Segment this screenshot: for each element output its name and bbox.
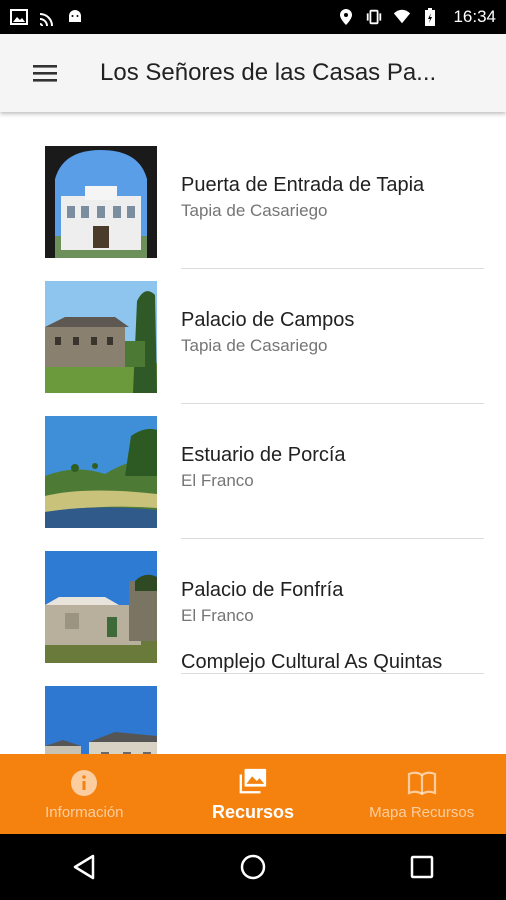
- nav-label: Información: [45, 803, 124, 821]
- info-icon: [69, 768, 99, 798]
- back-icon[interactable]: [64, 847, 104, 887]
- nav-label: Recursos: [211, 801, 295, 822]
- nav-informacion[interactable]: Información: [0, 754, 169, 834]
- list-item-text: Complejo Cultural As Quintas: [181, 650, 481, 676]
- hamburger-icon[interactable]: [30, 57, 62, 89]
- list-item-subtitle: El Franco: [181, 471, 254, 490]
- list-item-title: Palacio de Fonfría: [181, 579, 344, 601]
- cast-icon: [38, 8, 56, 26]
- stone-palace-photo: [45, 551, 157, 663]
- list-item[interactable]: Palacio de Fonfría El Franco: [0, 517, 506, 663]
- status-bar: 16:34: [0, 0, 506, 34]
- bottom-navigation: Información Recursos Mapa Recursos: [0, 754, 506, 834]
- location-icon: [337, 8, 355, 26]
- list-item-title: Complejo Cultural As Quintas: [181, 651, 443, 673]
- android-icon: [66, 8, 84, 26]
- building-arch-photo: [45, 146, 157, 258]
- list-item-text: Palacio de Campos Tapia de Casariego: [181, 307, 481, 357]
- photos-icon: [238, 766, 268, 796]
- list-item[interactable]: Complejo Cultural As Quintas: [0, 650, 506, 754]
- list-item-subtitle: El Franco: [181, 606, 254, 625]
- nav-recursos[interactable]: Recursos: [169, 754, 338, 834]
- battery-charging-icon: [421, 8, 439, 26]
- list-item-subtitle: Tapia de Casariego: [181, 201, 328, 220]
- wifi-icon: [393, 8, 411, 26]
- app-bar: Los Señores de las Casas Pa...: [0, 34, 506, 112]
- book-map-icon: [407, 768, 437, 798]
- recents-icon[interactable]: [402, 847, 442, 887]
- resource-list: Puerta de Entrada de Tapia Tapia de Casa…: [0, 112, 506, 754]
- list-item-subtitle: Tapia de Casariego: [181, 336, 328, 355]
- vibrate-icon: [365, 8, 383, 26]
- list-item-title: Puerta de Entrada de Tapia: [181, 174, 425, 196]
- status-bar-right: 16:34: [337, 7, 496, 27]
- list-item-text: Estuario de Porcía El Franco: [181, 442, 481, 492]
- status-time: 16:34: [453, 7, 496, 26]
- list-item[interactable]: Puerta de Entrada de Tapia Tapia de Casa…: [0, 112, 506, 258]
- list-item-title: Estuario de Porcía: [181, 444, 346, 466]
- stone-manor-photo: [45, 281, 157, 393]
- nav-mapa-recursos[interactable]: Mapa Recursos: [337, 754, 506, 834]
- nav-label: Mapa Recursos: [369, 803, 475, 821]
- list-item-text: Palacio de Fonfría El Franco: [181, 577, 481, 627]
- image-icon: [10, 8, 28, 26]
- list-item-text: Puerta de Entrada de Tapia Tapia de Casa…: [181, 172, 481, 222]
- status-bar-left: [10, 8, 84, 26]
- page-title: Los Señores de las Casas Pa...: [100, 59, 437, 86]
- cultural-complex-photo: [45, 686, 157, 754]
- home-icon[interactable]: [233, 847, 273, 887]
- list-item-title: Palacio de Campos: [181, 309, 355, 331]
- list-item[interactable]: Palacio de Campos Tapia de Casariego: [0, 247, 506, 393]
- estuary-photo: [45, 416, 157, 528]
- list-item[interactable]: Estuario de Porcía El Franco: [0, 382, 506, 528]
- system-navigation: [0, 834, 506, 900]
